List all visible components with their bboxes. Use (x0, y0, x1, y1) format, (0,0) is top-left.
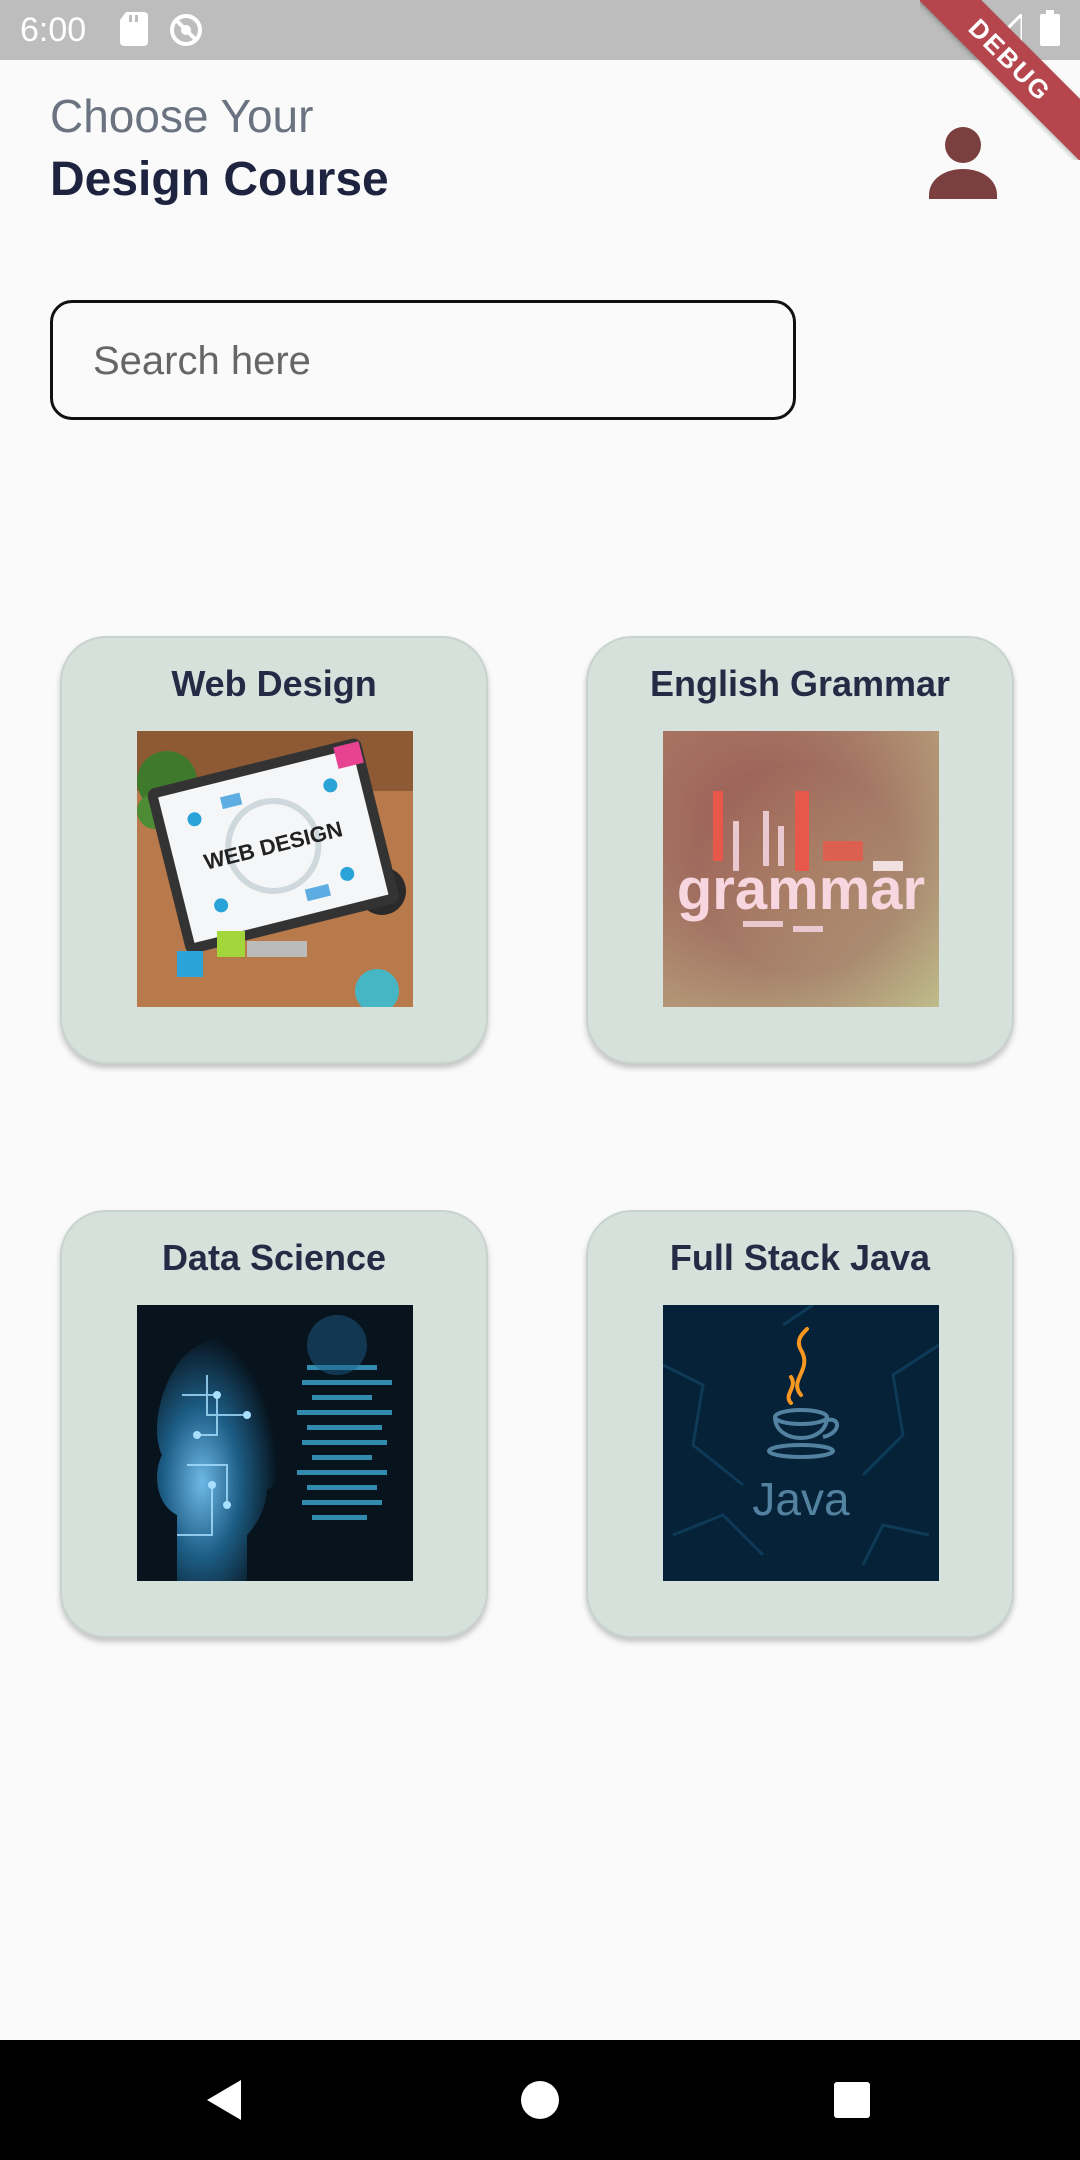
course-card-data-science[interactable]: Data Science (60, 1210, 488, 1638)
page-title: Design Course (50, 153, 389, 206)
java-image-text: Java (752, 1473, 850, 1525)
navigation-bar (0, 2040, 1080, 2160)
course-card-english-grammar[interactable]: English Grammar grammar (586, 636, 1014, 1064)
web-design-image: WEB DESIGN (137, 731, 413, 1007)
app-screen: 6:00 DEBUG Choose Your Design Course Sea… (0, 0, 1080, 2160)
sync-icon (168, 12, 204, 53)
grammar-image: grammar (663, 731, 939, 1007)
search-box (50, 300, 796, 420)
status-bar: 6:00 DEBUG (0, 0, 1080, 160)
course-card-full-stack-java[interactable]: Full Stack Java Java (586, 1210, 1014, 1638)
course-title: Web Design (171, 663, 377, 704)
header-subtitle: Choose Your (50, 90, 314, 142)
person-icon[interactable] (925, 125, 1001, 201)
search-input[interactable] (91, 303, 755, 419)
course-card-web-design[interactable]: Web Design WEB DESIGN (60, 636, 488, 1064)
back-icon[interactable] (195, 2070, 255, 2130)
recents-icon[interactable] (822, 2070, 882, 2130)
sd-card-icon (120, 12, 148, 51)
java-image: Java (663, 1305, 939, 1581)
course-title: Data Science (161, 1237, 387, 1278)
course-title: English Grammar (649, 663, 951, 704)
home-icon[interactable] (510, 2070, 570, 2130)
status-time: 6:00 (20, 11, 87, 49)
course-title: Full Stack Java (669, 1237, 931, 1278)
data-science-image (137, 1305, 413, 1581)
